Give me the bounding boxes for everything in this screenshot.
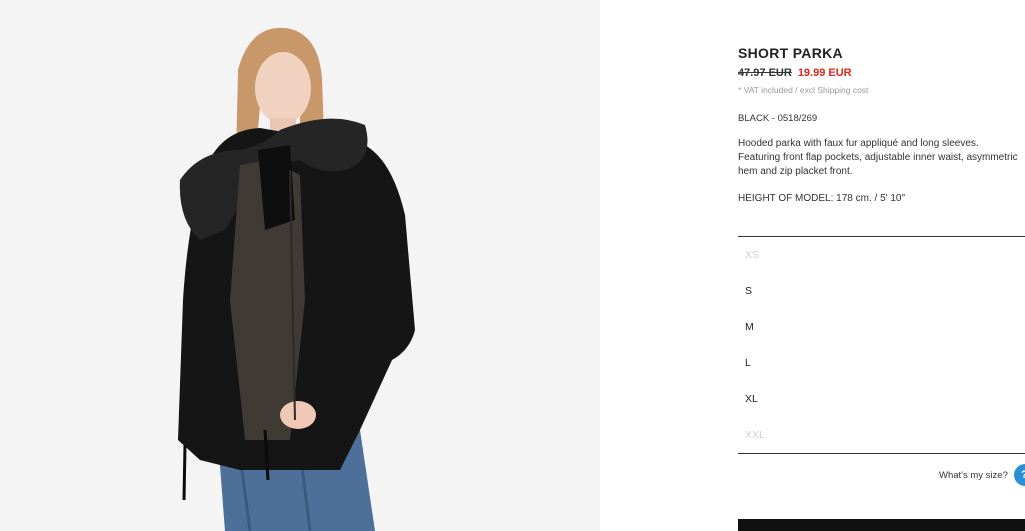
product-info: SHORT PARKA 47.97 EUR 19.99 EUR * VAT inc… — [738, 0, 1025, 531]
price-block: 47.97 EUR 19.99 EUR — [738, 67, 852, 79]
add-to-bag-button[interactable] — [738, 519, 1025, 531]
size-option-l[interactable]: L — [738, 345, 1025, 381]
size-option-xl[interactable]: XL — [738, 381, 1025, 417]
sale-price: 19.99 EUR — [797, 67, 852, 79]
size-option-xxl: XXL — [745, 429, 765, 441]
old-price: 47.97 EUR — [738, 67, 792, 79]
model-height: HEIGHT OF MODEL: 178 cm. / 5' 10" — [738, 193, 905, 204]
product-description: Hooded parka with faux fur appliqué and … — [738, 138, 1018, 177]
whats-my-size-link[interactable]: What's my size? — [939, 470, 1008, 481]
size-option-xs: XS — [745, 249, 760, 261]
size-option-s[interactable]: S — [738, 273, 1025, 309]
product-title: SHORT PARKA — [738, 45, 843, 61]
product-image[interactable] — [0, 0, 600, 531]
size-selector: XS S M L XL XXL — [738, 236, 1025, 454]
model-photo — [0, 0, 600, 531]
size-option-m[interactable]: M — [738, 309, 1025, 345]
color-reference: BLACK - 0518/269 — [738, 113, 818, 124]
vat-note: * VAT included / excl Shipping cost — [738, 85, 869, 95]
help-circle-icon[interactable]: ? — [1014, 464, 1025, 486]
